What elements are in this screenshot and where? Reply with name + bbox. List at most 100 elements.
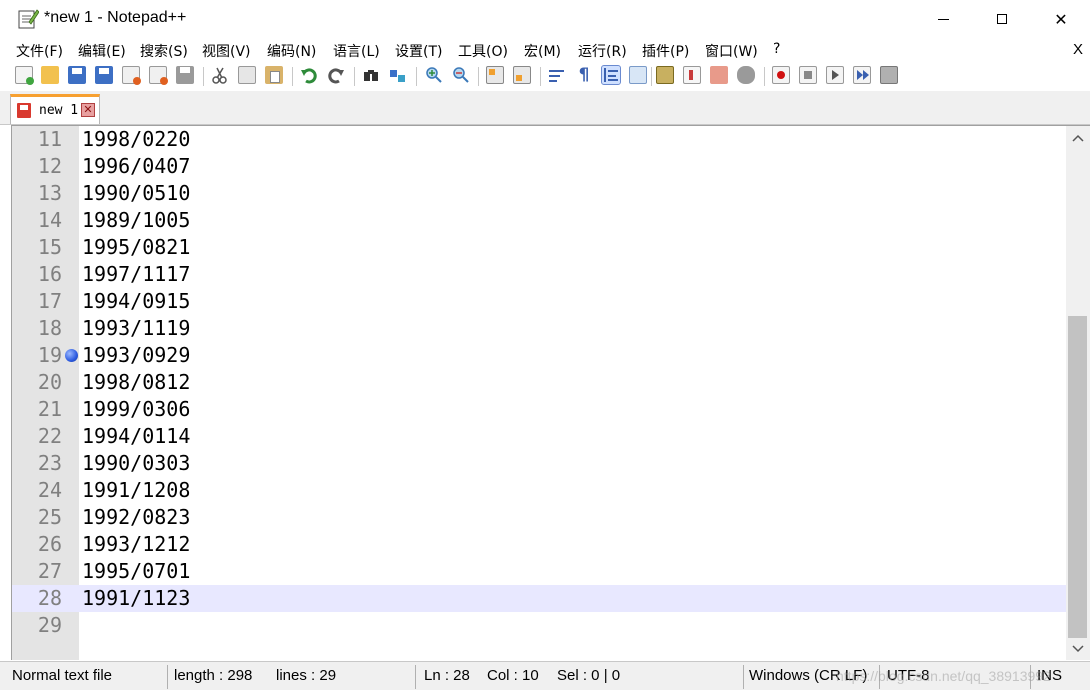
save-macro-icon[interactable]	[880, 66, 898, 84]
line-number: 15	[37, 235, 62, 259]
menu-macro[interactable]: 宏(M)	[524, 41, 561, 61]
editor-line[interactable]: 20 1998/0812	[12, 369, 1067, 396]
editor-line[interactable]: 21 1999/0306	[12, 396, 1067, 423]
toolbar-separator	[292, 67, 293, 86]
cut-icon[interactable]	[211, 66, 229, 84]
line-text: 1998/0220	[82, 127, 191, 151]
line-number: 12	[37, 154, 62, 178]
close-document-button[interactable]: X	[1073, 41, 1083, 58]
monitoring-eye-icon[interactable]	[737, 66, 755, 84]
zoom-out-icon[interactable]	[451, 66, 469, 84]
editor-line[interactable]: 18 1993/1119	[12, 315, 1067, 342]
word-wrap-icon[interactable]	[548, 66, 566, 84]
undo-icon[interactable]	[300, 66, 318, 84]
line-number: 14	[37, 208, 62, 232]
editor-line[interactable]: 26 1993/1212	[12, 531, 1067, 558]
menu-tools[interactable]: 工具(O)	[458, 41, 508, 61]
editor-line[interactable]: 14 1989/1005	[12, 207, 1067, 234]
sync-vertical-icon[interactable]	[486, 66, 504, 84]
editor-line[interactable]: 13 1990/0510	[12, 180, 1067, 207]
menu-encoding[interactable]: 编码(N)	[267, 41, 316, 61]
sync-horizontal-icon[interactable]	[513, 66, 531, 84]
menu-help[interactable]: ?	[773, 41, 780, 57]
line-number: 27	[37, 559, 62, 583]
zoom-in-icon[interactable]	[424, 66, 442, 84]
tab-new-1[interactable]: new 1 ✕	[10, 94, 100, 124]
indent-guide-icon[interactable]	[601, 65, 621, 85]
line-text: 1993/0929	[82, 343, 191, 367]
run-macro-multiple-icon[interactable]	[853, 66, 871, 84]
editor-area[interactable]: 11 1998/0220 12 1996/0407 13 1990/0510 14 1989/…	[11, 125, 1067, 660]
close-window-button[interactable]: ✕	[1032, 0, 1090, 38]
menu-search[interactable]: 搜索(S)	[140, 41, 188, 61]
new-file-icon[interactable]	[15, 66, 34, 85]
editor-line[interactable]: 27 1995/0701	[12, 558, 1067, 585]
scroll-up-icon[interactable]	[1066, 128, 1090, 148]
replace-icon[interactable]	[389, 66, 407, 84]
copy-icon[interactable]	[238, 66, 256, 84]
doc-map-icon[interactable]	[629, 66, 647, 84]
redo-icon[interactable]	[327, 66, 345, 84]
show-all-chars-icon[interactable]: ¶	[575, 66, 593, 84]
line-number: 25	[37, 505, 62, 529]
unsaved-file-icon	[17, 103, 31, 118]
vertical-scrollbar[interactable]	[1066, 125, 1090, 660]
save-all-icon[interactable]	[95, 66, 113, 84]
editor-line[interactable]: 15 1995/0821	[12, 234, 1067, 261]
editor-line[interactable]: 29	[12, 612, 1067, 639]
editor-line[interactable]: 22 1994/0114	[12, 423, 1067, 450]
toolbar-separator	[651, 67, 652, 86]
line-number: 26	[37, 532, 62, 556]
record-macro-icon[interactable]	[772, 66, 790, 84]
stop-macro-icon[interactable]	[799, 66, 817, 84]
editor-line[interactable]: 16 1997/1117	[12, 261, 1067, 288]
monitoring-icon[interactable]	[710, 66, 728, 84]
scroll-down-icon[interactable]	[1066, 639, 1090, 659]
bookmark-icon[interactable]	[65, 349, 78, 362]
menu-edit[interactable]: 编辑(E)	[78, 41, 126, 61]
status-bar: Normal text file length : 298 lines : 29…	[0, 661, 1090, 690]
editor-line[interactable]: 12 1996/0407	[12, 153, 1067, 180]
line-text: 1991/1208	[82, 478, 191, 502]
minimize-button[interactable]	[914, 0, 972, 38]
open-file-icon[interactable]	[41, 66, 59, 84]
play-macro-icon[interactable]	[826, 66, 844, 84]
close-all-icon[interactable]	[149, 66, 168, 85]
editor-line[interactable]: 25 1992/0823	[12, 504, 1067, 531]
line-number: 17	[37, 289, 62, 313]
line-text: 1993/1212	[82, 532, 191, 556]
menu-run[interactable]: 运行(R)	[578, 41, 627, 61]
function-list-icon[interactable]	[656, 66, 674, 84]
editor-line[interactable]: 23 1990/0303	[12, 450, 1067, 477]
print-icon[interactable]	[176, 66, 194, 84]
toolbar-separator	[354, 67, 355, 86]
paste-icon[interactable]	[265, 66, 283, 84]
tab-label: new 1	[39, 103, 79, 118]
find-icon[interactable]	[362, 66, 380, 84]
line-text: 1990/0510	[82, 181, 191, 205]
menu-language[interactable]: 语言(L)	[333, 41, 380, 61]
folder-workspace-icon[interactable]	[683, 66, 701, 84]
menu-settings[interactable]: 设置(T)	[395, 41, 442, 61]
line-number: 28	[37, 586, 62, 610]
menu-file[interactable]: 文件(F)	[16, 41, 63, 61]
close-icon[interactable]	[122, 66, 141, 85]
editor-line[interactable]: 19 1993/0929	[12, 342, 1067, 369]
save-icon[interactable]	[68, 66, 86, 84]
editor-line[interactable]: 11 1998/0220	[12, 126, 1067, 153]
tab-close-icon[interactable]: ✕	[81, 103, 95, 117]
editor-line[interactable]: 17 1994/0915	[12, 288, 1067, 315]
line-text: 1990/0303	[82, 451, 191, 475]
line-text: 1995/0821	[82, 235, 191, 259]
current-line[interactable]: 28 1991/1123	[12, 585, 1067, 612]
menu-window[interactable]: 窗口(W)	[705, 41, 758, 61]
window-title: *new 1 - Notepad++	[44, 9, 187, 26]
maximize-button[interactable]	[973, 0, 1031, 38]
line-number: 11	[37, 127, 62, 151]
menu-view[interactable]: 视图(V)	[202, 41, 251, 61]
close-icon: ✕	[1054, 9, 1068, 29]
menu-plugins[interactable]: 插件(P)	[642, 41, 689, 61]
scrollbar-thumb[interactable]	[1068, 316, 1087, 638]
line-text: 1997/1117	[82, 262, 191, 286]
editor-line[interactable]: 24 1991/1208	[12, 477, 1067, 504]
